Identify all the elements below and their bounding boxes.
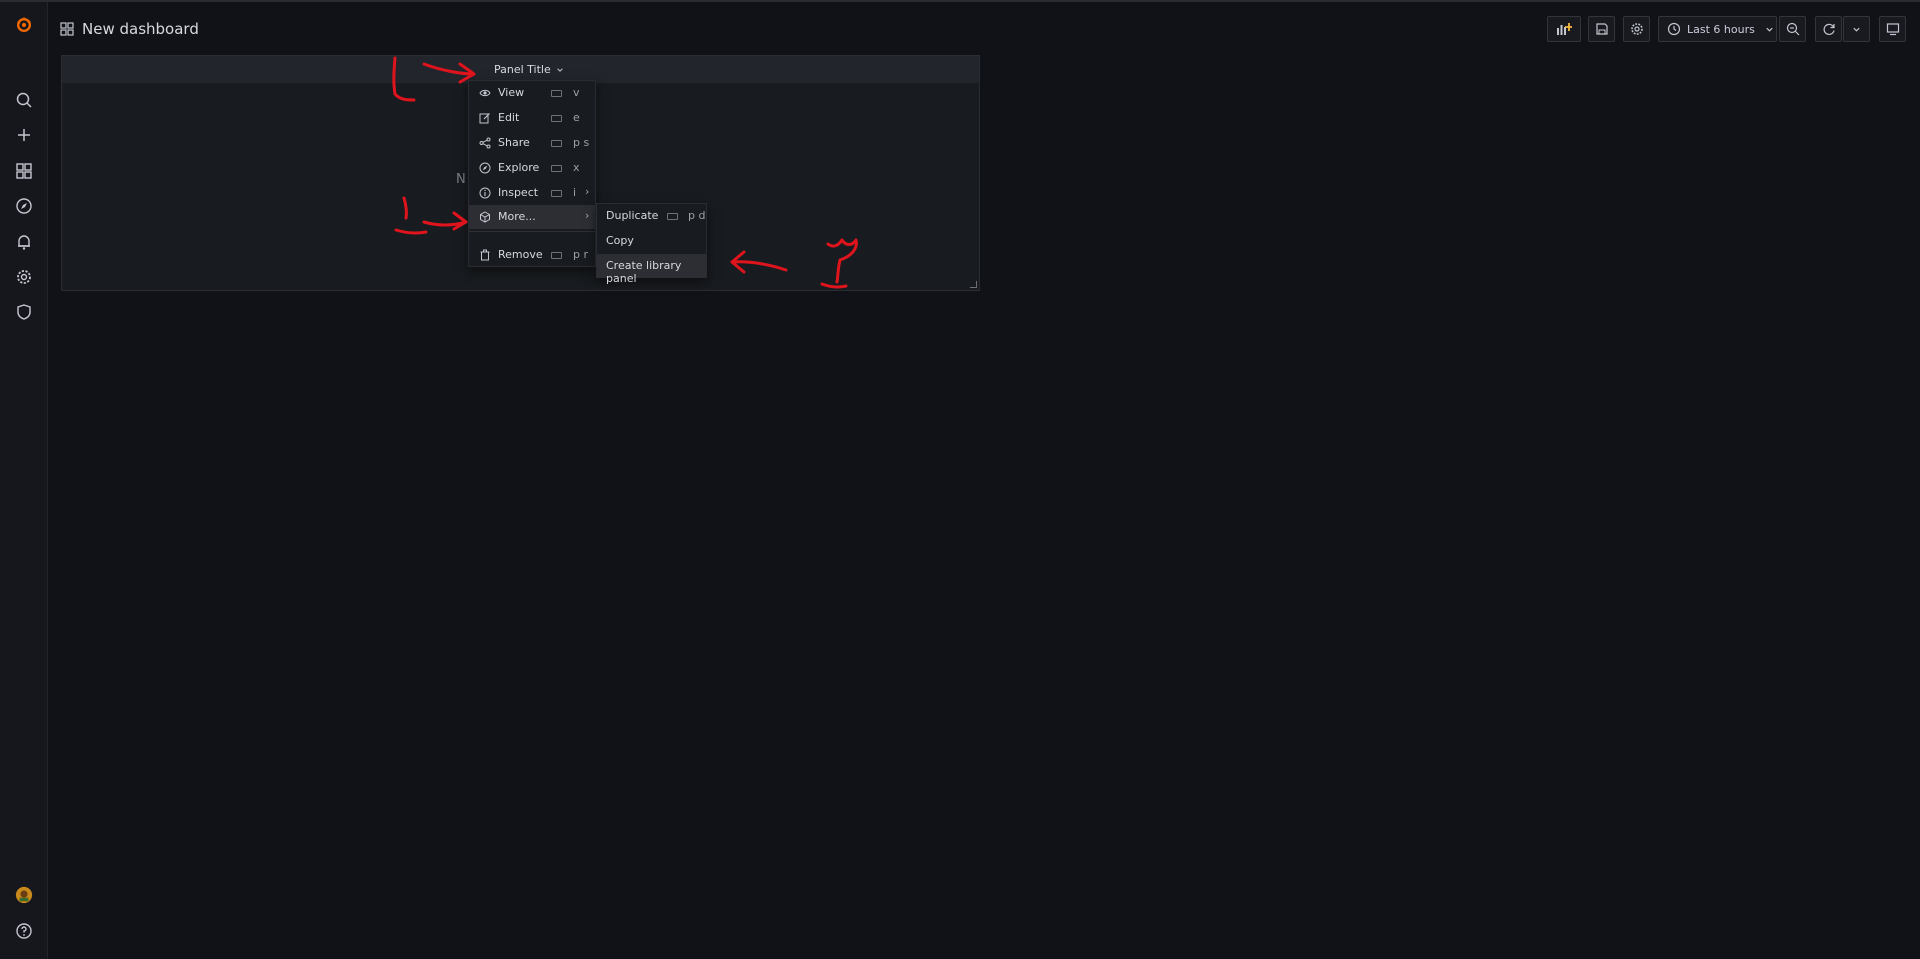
dashboards-icon[interactable] [0,156,47,186]
keyboard-icon [551,252,562,259]
keyboard-icon [551,140,562,147]
menu-item-edit[interactable]: Edit e [469,106,595,130]
save-dashboard-button[interactable] [1588,16,1615,42]
submenu-item-label: Duplicate [606,209,659,222]
panel-title-menu-trigger[interactable]: Panel Title [494,56,564,83]
add-panel-button[interactable] [1547,16,1581,42]
chevron-down-icon [1766,27,1773,32]
menu-divider [469,231,595,232]
panel-header[interactable]: Panel Title [62,56,979,83]
menu-item-label: View [498,86,525,99]
menu-item-share[interactable]: Share p s [469,131,595,155]
share-icon [479,137,491,149]
menu-item-label: Explore [498,161,540,174]
shield-icon[interactable] [0,297,47,327]
no-data-text: N [456,172,466,187]
menu-item-more[interactable]: More... › [469,205,595,229]
refresh-icon [1823,23,1835,35]
gear-icon[interactable] [0,262,47,292]
refresh-interval-dropdown[interactable] [1843,16,1870,42]
keyboard-icon [551,165,562,172]
dashboard-settings-button[interactable] [1623,16,1650,42]
help-icon[interactable] [0,916,47,946]
compass-icon[interactable] [0,191,47,221]
avatar[interactable] [0,880,47,910]
menu-item-shortcut: p r [573,248,589,261]
submenu-item-duplicate[interactable]: Duplicate p d [597,204,706,228]
menu-item-label: Share [498,136,530,149]
edit-icon [479,112,491,124]
clock-icon [1667,22,1681,36]
gear-icon [1630,23,1643,35]
trash-icon [479,249,491,261]
sidebar [0,2,48,959]
keyboard-icon [667,213,678,220]
chevron-down-icon [1853,27,1860,32]
monitor-icon [1886,23,1899,36]
menu-item-label: More... [498,210,536,223]
menu-item-shortcut: i [573,186,577,199]
chevron-right-icon: › [585,209,590,222]
submenu-item-create-library-panel[interactable]: Create library panel [597,254,706,285]
menu-item-remove[interactable]: Remove p r [469,243,595,267]
eye-icon [479,87,491,99]
view-mode-button[interactable] [1879,16,1906,42]
panel-menu: View v Edit e Share p s Explore x Inspec… [468,80,596,267]
submenu-item-shortcut: p d [688,209,706,222]
dashboard-toolbar: Last 6 hours [0,16,1920,43]
time-picker[interactable]: Last 6 hours [1658,16,1777,42]
top-border [0,0,1920,2]
more-submenu: Duplicate p d Copy Create library panel [596,203,707,285]
search-icon[interactable] [0,85,47,115]
menu-item-shortcut: p s [573,136,590,149]
refresh-button[interactable] [1815,16,1842,42]
keyboard-icon [551,190,562,197]
menu-item-shortcut: e [573,111,580,124]
cube-icon [479,211,491,223]
time-range-label: Last 6 hours [1687,22,1755,36]
panel-title: Panel Title [494,63,551,76]
submenu-item-label: Create library panel [606,259,682,285]
add-panel-icon [1557,23,1572,35]
chevron-down-icon [556,67,563,72]
bell-icon[interactable] [0,227,47,257]
menu-item-shortcut: v [573,86,580,99]
keyboard-icon [551,115,562,122]
menu-item-label: Edit [498,111,520,124]
chevron-right-icon: › [585,185,590,198]
zoom-out-button[interactable] [1779,16,1806,42]
menu-item-shortcut: x [573,161,580,174]
plus-icon[interactable] [0,120,47,150]
menu-item-label: Remove [498,248,543,261]
zoom-out-icon [1786,22,1799,36]
panel-resize-handle[interactable] [970,281,977,288]
submenu-item-label: Copy [606,234,634,247]
menu-item-explore[interactable]: Explore x [469,156,595,180]
compass-icon [479,162,491,174]
menu-item-view[interactable]: View v [469,81,595,105]
submenu-item-copy[interactable]: Copy [597,229,706,253]
info-circle-icon [479,187,491,199]
keyboard-icon [551,90,562,97]
menu-item-inspect[interactable]: Inspect i › [469,181,595,205]
save-icon [1595,23,1608,35]
menu-item-label: Inspect [498,186,539,199]
